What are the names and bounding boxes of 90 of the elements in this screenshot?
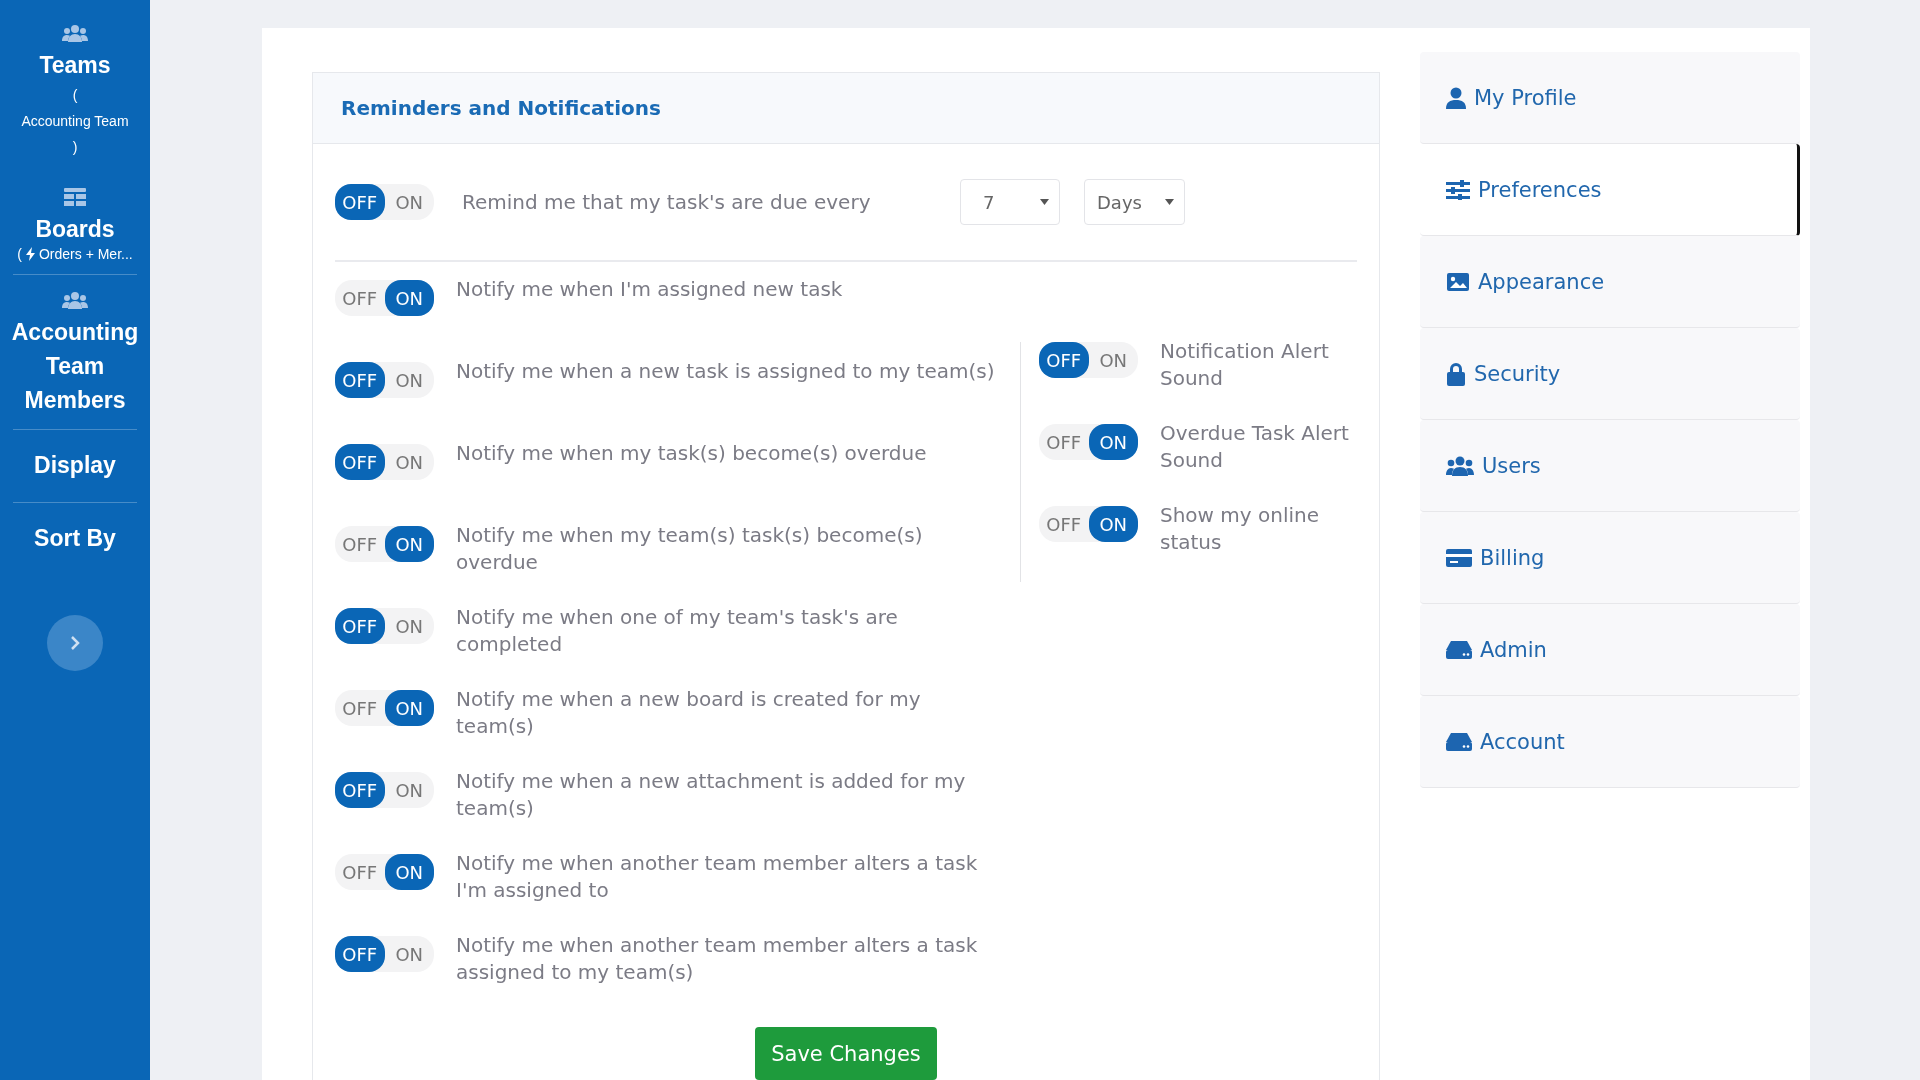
toggle-switch[interactable]: OFF ON (335, 772, 434, 808)
on-option: ON (1088, 424, 1138, 460)
toggle-switch[interactable]: OFF ON (335, 690, 434, 726)
sidebar-item[interactable]: Display (34, 434, 116, 490)
caret-icon (1165, 199, 1174, 205)
on-option: ON (384, 936, 434, 972)
toggle-switch[interactable]: OFF ON (335, 608, 434, 644)
save-button[interactable]: Save Changes (755, 1027, 937, 1080)
off-option: OFF (335, 608, 385, 644)
expand-button[interactable] (47, 615, 103, 671)
on-option: ON (384, 772, 434, 808)
caret-icon (1040, 199, 1049, 205)
setting-label: Notify me when one of my team's task's are completed (456, 604, 899, 658)
users-icon (1446, 455, 1474, 476)
setting-label: Notify me when a new board is created for my team(s) (456, 686, 922, 740)
nav-item[interactable]: Billing (1420, 512, 1800, 604)
off-option: OFF (1039, 506, 1089, 542)
setting-label: Notify me when my task(s) become(s) overdue (456, 440, 928, 467)
toggle-switch[interactable]: OFF ON (335, 444, 434, 480)
unit-select[interactable]: Days (1084, 179, 1185, 225)
on-option: ON (384, 608, 434, 644)
card-icon (1446, 547, 1472, 568)
lock-icon (1446, 361, 1466, 386)
sidebar-item[interactable]: Sort By (34, 507, 116, 563)
setting-label: Notify me when I'm assigned new task (456, 276, 844, 303)
on-option: ON (1088, 506, 1138, 542)
toggle-switch[interactable]: OFF ON (1039, 506, 1138, 542)
parenthesis: ) (72, 138, 78, 157)
setting-label: Notification Alert Sound (1160, 338, 1330, 392)
nav-item[interactable]: Users (1420, 420, 1800, 512)
nav-item[interactable]: Preferences (1420, 144, 1800, 236)
toggle-switch[interactable]: OFF ON (335, 362, 434, 398)
people-icon (62, 24, 88, 42)
nav-item[interactable]: Admin (1420, 604, 1800, 696)
on-option: ON (384, 526, 434, 562)
setting-label: Notify me when my team(s) task(s) become(s) overdue (456, 522, 924, 576)
sidebar-item[interactable]: Accounting Team Members (11, 315, 139, 417)
setting-label: Overdue Task Alert Sound (1160, 420, 1350, 474)
toggle-switch[interactable]: OFF ON (1039, 342, 1138, 378)
setting-label: Notify me when a new task is assigned to my team(s) (456, 358, 996, 385)
nav-item[interactable]: Appearance (1420, 236, 1800, 328)
nav-item[interactable]: Security (1420, 328, 1800, 420)
on-option: ON (384, 362, 434, 398)
setting-label: Show my online status (1160, 502, 1320, 556)
lightning-icon (25, 247, 35, 261)
sliders-icon (1446, 179, 1470, 200)
parenthesis: ( (72, 86, 78, 105)
team-name: Accounting Team (21, 112, 129, 131)
off-option: OFF (335, 690, 385, 726)
toggle-switch[interactable]: OFF ON (335, 854, 434, 890)
board-name: Orders + Mer... (38, 246, 133, 262)
off-option: OFF (335, 444, 385, 480)
image-icon (1446, 271, 1470, 292)
off-option: OFF (335, 362, 385, 398)
on-option: ON (384, 280, 434, 316)
on-option: ON (384, 184, 434, 220)
on-option: ON (1088, 342, 1138, 378)
toggle-switch[interactable]: OFF ON (335, 526, 434, 562)
on-option: ON (384, 854, 434, 890)
off-option: OFF (1039, 342, 1089, 378)
nav-item[interactable]: My Profile (1420, 52, 1800, 144)
toggle-switch[interactable]: OFF ON (335, 184, 434, 220)
grid-icon (64, 188, 86, 206)
user-icon (1446, 86, 1466, 109)
toggle-switch[interactable]: OFF ON (335, 936, 434, 972)
sidebar-item[interactable]: Boards (35, 212, 115, 246)
off-option: OFF (335, 936, 385, 972)
sidebar-item[interactable]: Teams (39, 48, 111, 82)
off-option: OFF (335, 854, 385, 890)
drive-icon (1446, 640, 1472, 659)
people-icon (62, 291, 88, 309)
toggle-switch[interactable]: OFF ON (335, 280, 434, 316)
off-option: OFF (335, 526, 385, 562)
toggle-switch[interactable]: OFF ON (1039, 424, 1138, 460)
off-option: OFF (1039, 424, 1089, 460)
setting-label: Remind me that my task's are due every (462, 190, 872, 214)
setting-label: Notify me when another team member alters a task I'm assigned to (456, 850, 979, 904)
off-option: OFF (335, 280, 385, 316)
count-select[interactable]: 7 (960, 179, 1060, 225)
off-option: OFF (335, 184, 385, 220)
on-option: ON (384, 690, 434, 726)
panel-title: Reminders and Notifications (341, 96, 661, 120)
setting-label: Notify me when a new attachment is added for my team(s) (456, 768, 967, 822)
parenthesis: ( (17, 246, 22, 262)
nav-item[interactable]: Account (1420, 696, 1800, 788)
on-option: ON (384, 444, 434, 480)
off-option: OFF (335, 772, 385, 808)
setting-label: Notify me when another team member alters a task assigned to my team(s) (456, 932, 979, 986)
chevron-right-icon (70, 635, 80, 651)
drive-icon (1446, 732, 1472, 751)
